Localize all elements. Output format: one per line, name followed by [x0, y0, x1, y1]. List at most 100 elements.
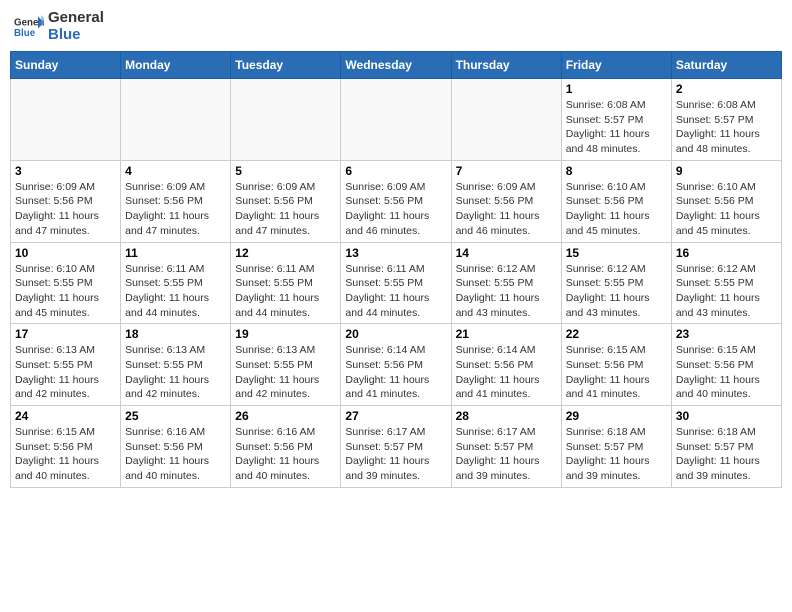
- day-info: Sunrise: 6:11 AMSunset: 5:55 PMDaylight:…: [345, 262, 446, 321]
- day-info: Sunrise: 6:15 AMSunset: 5:56 PMDaylight:…: [15, 425, 116, 484]
- calendar-day-cell: 25 Sunrise: 6:16 AMSunset: 5:56 PMDayligh…: [121, 406, 231, 488]
- day-info: Sunrise: 6:08 AMSunset: 5:57 PMDaylight:…: [566, 98, 667, 157]
- day-number: 26: [235, 409, 336, 423]
- day-info: Sunrise: 6:14 AMSunset: 5:56 PMDaylight:…: [456, 343, 557, 402]
- day-info: Sunrise: 6:13 AMSunset: 5:55 PMDaylight:…: [15, 343, 116, 402]
- calendar-day-cell: 28Sunrise: 6:17 AMSunset: 5:57 PMDayligh…: [451, 406, 561, 488]
- logo-blue: Blue: [48, 27, 104, 44]
- calendar-day-cell: [121, 79, 231, 161]
- calendar-day-cell: 19Sunrise: 6:13 AMSunset: 5:55 PMDayligh…: [231, 324, 341, 406]
- day-info: Sunrise: 6:16 AMSunset: 5:56 PMDaylight:…: [125, 425, 226, 484]
- weekday-header: Tuesday: [231, 52, 341, 79]
- calendar-day-cell: 4Sunrise: 6:09 AMSunset: 5:56 PMDaylight…: [121, 160, 231, 242]
- day-info: Sunrise: 6:09 AMSunset: 5:56 PMDaylight:…: [125, 180, 226, 239]
- calendar-day-cell: 30 Sunrise: 6:18 AMSunset: 5:57 PMDayligh…: [671, 406, 781, 488]
- calendar-day-cell: 5 Sunrise: 6:09 AMSunset: 5:56 PMDaylight…: [231, 160, 341, 242]
- calendar-day-cell: 15Sunrise: 6:12 AMSunset: 5:55 PMDayligh…: [561, 242, 671, 324]
- day-number: 6: [345, 164, 446, 178]
- calendar-day-cell: [451, 79, 561, 161]
- calendar-day-cell: 14 Sunrise: 6:12 AMSunset: 5:55 PMDayligh…: [451, 242, 561, 324]
- day-number: 18: [125, 327, 226, 341]
- calendar-day-cell: [231, 79, 341, 161]
- day-number: 1: [566, 82, 667, 96]
- day-number: 14: [456, 246, 557, 260]
- day-info: Sunrise: 6:11 AMSunset: 5:55 PMDaylight:…: [125, 262, 226, 321]
- day-number: 3: [15, 164, 116, 178]
- day-number: 24: [15, 409, 116, 423]
- day-info: Sunrise: 6:09 AMSunset: 5:56 PMDaylight:…: [345, 180, 446, 239]
- calendar-day-cell: [341, 79, 451, 161]
- calendar-day-cell: 10Sunrise: 6:10 AMSunset: 5:55 PMDayligh…: [11, 242, 121, 324]
- day-number: 15: [566, 246, 667, 260]
- calendar-day-cell: 18 Sunrise: 6:13 AMSunset: 5:55 PMDayligh…: [121, 324, 231, 406]
- calendar-day-cell: 2 Sunrise: 6:08 AMSunset: 5:57 PMDaylight…: [671, 79, 781, 161]
- day-info: Sunrise: 6:14 AMSunset: 5:56 PMDaylight:…: [345, 343, 446, 402]
- day-number: 8: [566, 164, 667, 178]
- day-number: 20: [345, 327, 446, 341]
- weekday-header: Saturday: [671, 52, 781, 79]
- day-info: Sunrise: 6:09 AMSunset: 5:56 PMDaylight:…: [235, 180, 336, 239]
- weekday-header: Wednesday: [341, 52, 451, 79]
- day-info: Sunrise: 6:10 AMSunset: 5:56 PMDaylight:…: [676, 180, 777, 239]
- day-info: Sunrise: 6:17 AMSunset: 5:57 PMDaylight:…: [345, 425, 446, 484]
- logo-general: General: [48, 10, 104, 27]
- calendar-day-cell: 17 Sunrise: 6:13 AMSunset: 5:55 PMDayligh…: [11, 324, 121, 406]
- day-number: 2: [676, 82, 777, 96]
- calendar-day-cell: 7 Sunrise: 6:09 AMSunset: 5:56 PMDaylight…: [451, 160, 561, 242]
- day-info: Sunrise: 6:13 AMSunset: 5:55 PMDaylight:…: [235, 343, 336, 402]
- calendar-day-cell: 1 Sunrise: 6:08 AMSunset: 5:57 PMDaylight…: [561, 79, 671, 161]
- day-number: 23: [676, 327, 777, 341]
- weekday-header: Friday: [561, 52, 671, 79]
- calendar-week-row: 1 Sunrise: 6:08 AMSunset: 5:57 PMDaylight…: [11, 79, 782, 161]
- logo: General Blue General Blue: [14, 10, 104, 43]
- calendar-header-row: SundayMondayTuesdayWednesdayThursdayFrid…: [11, 52, 782, 79]
- calendar-day-cell: 11 Sunrise: 6:11 AMSunset: 5:55 PMDayligh…: [121, 242, 231, 324]
- day-info: Sunrise: 6:08 AMSunset: 5:57 PMDaylight:…: [676, 98, 777, 157]
- day-number: 29: [566, 409, 667, 423]
- day-number: 7: [456, 164, 557, 178]
- day-info: Sunrise: 6:17 AMSunset: 5:57 PMDaylight:…: [456, 425, 557, 484]
- day-info: Sunrise: 6:13 AMSunset: 5:55 PMDaylight:…: [125, 343, 226, 402]
- calendar-week-row: 3 Sunrise: 6:09 AMSunset: 5:56 PMDaylight…: [11, 160, 782, 242]
- day-number: 17: [15, 327, 116, 341]
- day-number: 13: [345, 246, 446, 260]
- day-number: 11: [125, 246, 226, 260]
- day-number: 25: [125, 409, 226, 423]
- calendar-day-cell: 16 Sunrise: 6:12 AMSunset: 5:55 PMDayligh…: [671, 242, 781, 324]
- page-header: General Blue General Blue: [10, 10, 782, 43]
- calendar-day-cell: 26 Sunrise: 6:16 AMSunset: 5:56 PMDayligh…: [231, 406, 341, 488]
- calendar-week-row: 17 Sunrise: 6:13 AMSunset: 5:55 PMDayligh…: [11, 324, 782, 406]
- calendar-day-cell: 27 Sunrise: 6:17 AMSunset: 5:57 PMDayligh…: [341, 406, 451, 488]
- calendar-day-cell: 24 Sunrise: 6:15 AMSunset: 5:56 PMDayligh…: [11, 406, 121, 488]
- day-info: Sunrise: 6:16 AMSunset: 5:56 PMDaylight:…: [235, 425, 336, 484]
- calendar-day-cell: 8 Sunrise: 6:10 AMSunset: 5:56 PMDaylight…: [561, 160, 671, 242]
- weekday-header: Thursday: [451, 52, 561, 79]
- day-number: 21: [456, 327, 557, 341]
- day-number: 9: [676, 164, 777, 178]
- day-number: 12: [235, 246, 336, 260]
- calendar-day-cell: 21 Sunrise: 6:14 AMSunset: 5:56 PMDayligh…: [451, 324, 561, 406]
- calendar-day-cell: 29Sunrise: 6:18 AMSunset: 5:57 PMDayligh…: [561, 406, 671, 488]
- day-info: Sunrise: 6:18 AMSunset: 5:57 PMDaylight:…: [676, 425, 777, 484]
- day-info: Sunrise: 6:12 AMSunset: 5:55 PMDaylight:…: [456, 262, 557, 321]
- calendar-table: SundayMondayTuesdayWednesdayThursdayFrid…: [10, 51, 782, 488]
- svg-text:Blue: Blue: [14, 28, 36, 39]
- day-info: Sunrise: 6:09 AMSunset: 5:56 PMDaylight:…: [456, 180, 557, 239]
- calendar-day-cell: [11, 79, 121, 161]
- day-number: 30: [676, 409, 777, 423]
- day-info: Sunrise: 6:10 AMSunset: 5:56 PMDaylight:…: [566, 180, 667, 239]
- calendar-day-cell: 3 Sunrise: 6:09 AMSunset: 5:56 PMDaylight…: [11, 160, 121, 242]
- day-number: 27: [345, 409, 446, 423]
- day-info: Sunrise: 6:11 AMSunset: 5:55 PMDaylight:…: [235, 262, 336, 321]
- day-info: Sunrise: 6:15 AMSunset: 5:56 PMDaylight:…: [676, 343, 777, 402]
- calendar-day-cell: 22Sunrise: 6:15 AMSunset: 5:56 PMDayligh…: [561, 324, 671, 406]
- day-info: Sunrise: 6:12 AMSunset: 5:55 PMDaylight:…: [676, 262, 777, 321]
- calendar-day-cell: 23 Sunrise: 6:15 AMSunset: 5:56 PMDayligh…: [671, 324, 781, 406]
- calendar-day-cell: 9 Sunrise: 6:10 AMSunset: 5:56 PMDaylight…: [671, 160, 781, 242]
- calendar-day-cell: 20 Sunrise: 6:14 AMSunset: 5:56 PMDayligh…: [341, 324, 451, 406]
- calendar-week-row: 10Sunrise: 6:10 AMSunset: 5:55 PMDayligh…: [11, 242, 782, 324]
- day-number: 16: [676, 246, 777, 260]
- calendar-day-cell: 6 Sunrise: 6:09 AMSunset: 5:56 PMDaylight…: [341, 160, 451, 242]
- day-info: Sunrise: 6:09 AMSunset: 5:56 PMDaylight:…: [15, 180, 116, 239]
- day-number: 5: [235, 164, 336, 178]
